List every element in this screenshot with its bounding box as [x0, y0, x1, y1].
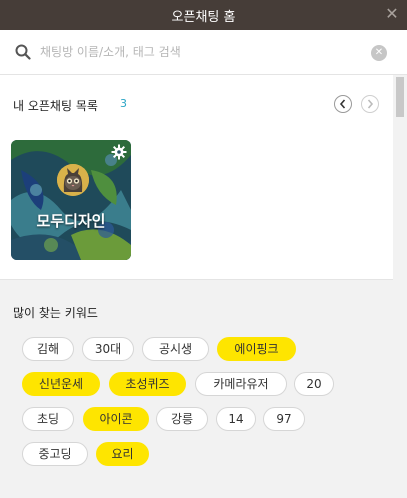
scrollbar-thumb[interactable]	[396, 77, 404, 117]
my-openchat-section: 내 오픈채팅 목록 3 모두디자인	[0, 75, 393, 280]
next-button[interactable]	[361, 95, 379, 113]
gear-icon[interactable]	[111, 144, 127, 160]
keyword-tag[interactable]: 아이콘	[83, 407, 149, 431]
popular-keywords-label: 많이 찾는 키워드	[13, 306, 98, 320]
scrollbar[interactable]	[393, 75, 407, 498]
search-input[interactable]	[40, 41, 360, 63]
window-title: 오픈채팅 홈	[171, 9, 236, 25]
keyword-tag[interactable]: 초성퀴즈	[109, 372, 186, 396]
room-name: 모두디자인	[36, 212, 106, 230]
search-bar: ✕	[0, 30, 407, 75]
my-openchat-count: 3	[120, 97, 127, 110]
chevron-left-icon	[339, 99, 346, 109]
chevron-right-icon	[367, 99, 374, 109]
keyword-tag[interactable]: 30대	[82, 337, 134, 361]
cat-icon	[57, 164, 89, 196]
my-openchat-label: 내 오픈채팅 목록	[13, 99, 98, 113]
keyword-tag[interactable]: 신년운세	[22, 372, 100, 396]
keyword-tag[interactable]: 에이핑크	[217, 337, 296, 361]
keyword-tag[interactable]: 초딩	[22, 407, 74, 431]
title-bar: 오픈채팅 홈 ✕	[0, 0, 407, 30]
keyword-tag[interactable]: 김해	[22, 337, 74, 361]
main-content: 내 오픈채팅 목록 3 모두디자인 많이 찾는 키워드 김해 30대 공시생 에…	[0, 75, 393, 498]
keyword-tag[interactable]: 97	[263, 407, 305, 431]
keyword-tag[interactable]: 공시생	[142, 337, 209, 361]
prev-button[interactable]	[334, 95, 352, 113]
close-icon[interactable]: ✕	[383, 5, 401, 23]
keyword-tag[interactable]: 14	[216, 407, 256, 431]
keyword-tag[interactable]: 요리	[96, 442, 149, 466]
chatroom-card[interactable]: 모두디자인	[11, 140, 131, 260]
room-avatar	[57, 164, 89, 196]
keyword-tag[interactable]: 강릉	[156, 407, 208, 431]
clear-search-icon[interactable]: ✕	[371, 45, 387, 61]
search-icon	[15, 44, 31, 60]
keyword-tag[interactable]: 20	[294, 372, 334, 396]
keyword-tag[interactable]: 카메라유저	[195, 372, 287, 396]
keyword-tag[interactable]: 중고딩	[22, 442, 88, 466]
